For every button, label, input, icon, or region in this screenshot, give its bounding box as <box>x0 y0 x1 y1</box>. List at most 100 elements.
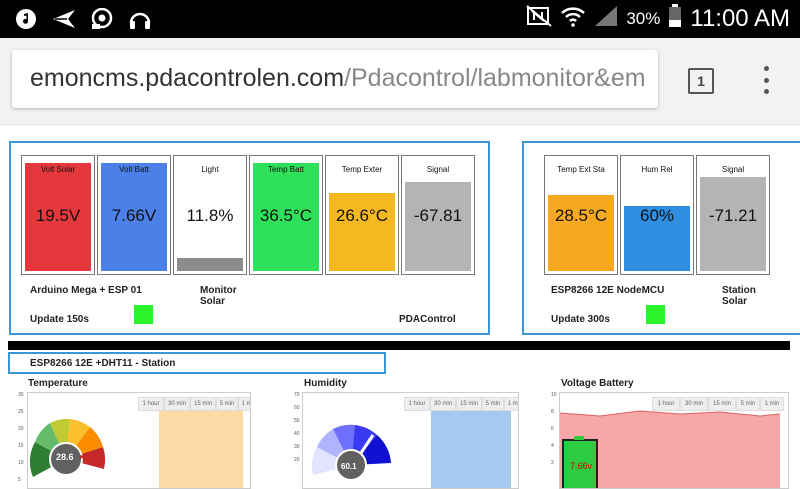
headphones-icon <box>128 8 152 30</box>
range-button-30-min[interactable]: 30 min <box>680 397 708 411</box>
gauge-volt-batt: Volt Batt 7.66V <box>97 155 171 275</box>
range-button-1-min[interactable]: 1 min <box>238 397 250 411</box>
y-tick-label: 2 <box>551 460 554 466</box>
gauge-label: Signal <box>721 165 745 174</box>
gauge-label: Temp Batt <box>267 165 304 174</box>
range-button-30-min[interactable]: 30 min <box>430 397 456 411</box>
send-icon <box>52 8 76 30</box>
range-button-30-min[interactable]: 30 min <box>164 397 190 411</box>
y-tick-label: 25 <box>18 409 24 415</box>
status-led <box>134 305 153 324</box>
range-button-15-min[interactable]: 15 min <box>190 397 216 411</box>
url-field[interactable]: emoncms.pdacontrolen.com/Pdacontrol/labm… <box>12 50 658 108</box>
gauge-label: Light <box>201 165 219 174</box>
range-button-5-min[interactable]: 5 min <box>216 397 238 411</box>
humidity-dial <box>312 424 391 481</box>
gauge-value: -71.21 <box>708 206 758 225</box>
humidity-chart-title: Humidity <box>304 378 347 389</box>
range-button-15-min[interactable]: 15 min <box>708 397 736 411</box>
gauge-signal: Signal -67.81 <box>401 155 475 275</box>
monitor-label: Monitor Solar <box>200 285 237 307</box>
range-button-1-min[interactable]: 1 min <box>504 397 518 411</box>
monitor-line1: Monitor <box>200 285 237 296</box>
y-tick-label: 30 <box>18 392 24 398</box>
y-tick-label: 5 <box>18 477 21 483</box>
range-button-5-min[interactable]: 5 min <box>482 397 504 411</box>
gauge-value: 11.8% <box>186 206 234 225</box>
gauge-value: 26.6°C <box>335 206 389 225</box>
gauge-label: Volt Solar <box>40 165 76 174</box>
status-bar: 30% 11:00 AM <box>0 0 800 38</box>
y-tick-label: 20 <box>294 457 300 463</box>
y-tick-label: 4 <box>551 443 554 449</box>
overflow-menu-icon[interactable] <box>760 66 772 94</box>
gauge-label: Signal <box>426 165 450 174</box>
gauge-value: 36.5°C <box>259 206 313 225</box>
y-tick-label: 10 <box>18 460 24 466</box>
battery-value: 7.66v <box>570 461 593 471</box>
update-interval: Update 300s <box>551 314 610 325</box>
gauge-hum-rel: Hum Rel 60% <box>620 155 694 275</box>
cell-signal-icon <box>594 5 618 33</box>
url-host: emoncms.pdacontrolen.com <box>30 64 345 92</box>
battery-percent: 30% <box>626 9 661 28</box>
range-button-1-min[interactable]: 1 min <box>760 397 784 411</box>
temperature-dial <box>29 418 106 477</box>
clock: 11:00 AM <box>690 5 790 32</box>
update-interval: Update 150s <box>30 314 89 325</box>
range-button-1-hour[interactable]: 1 hour <box>404 397 430 411</box>
device-name: Arduino Mega + ESP 01 <box>30 285 142 296</box>
tab-switcher-button[interactable]: 1 <box>688 68 714 94</box>
nfc-icon <box>526 5 552 33</box>
status-right: 30% 11:00 AM <box>526 4 790 34</box>
y-tick-label: 10 <box>551 392 557 398</box>
y-tick-label: 15 <box>18 443 24 449</box>
station-line2: Solar <box>722 296 748 307</box>
humidity-dial-value: 60.1 <box>341 462 357 471</box>
gauge-value: 28.5°C <box>554 206 608 225</box>
url-text[interactable]: emoncms.pdacontrolen.com/Pdacontrol/labm… <box>30 64 646 93</box>
range-button-1-hour[interactable]: 1 hour <box>138 397 164 411</box>
solar-monitor-panel: Volt Solar 19.5V Volt Batt 7.66V Light 11.8% T… <box>9 141 490 335</box>
gauge-label: Hum Rel <box>641 165 673 174</box>
temperature-dial-value: 28.6 <box>56 452 74 462</box>
music-note-icon <box>14 8 38 30</box>
wifi-icon <box>560 5 586 33</box>
gauge-value: 60% <box>639 206 675 225</box>
range-button-5-min[interactable]: 5 min <box>736 397 760 411</box>
section-header: ESP8266 12E +DHT11 - Station <box>8 352 386 374</box>
y-tick-label: 50 <box>294 418 300 424</box>
gauge-temp-batt: Temp Batt 36.5°C <box>249 155 323 275</box>
gauge-volt-solar: Volt Solar 19.5V <box>21 155 95 275</box>
podcast-icon <box>90 8 114 30</box>
gauge-light: Light 11.8% <box>173 155 247 275</box>
status-left-icons <box>14 8 152 30</box>
voltage-chart-title: Voltage Battery <box>561 378 634 389</box>
range-button-15-min[interactable]: 15 min <box>456 397 482 411</box>
range-button-1-hour[interactable]: 1 hour <box>652 397 680 411</box>
gauge-label: Volt Batt <box>119 165 149 174</box>
browser-toolbar: emoncms.pdacontrolen.com/Pdacontrol/labm… <box>0 38 800 125</box>
gauge-value: 7.66V <box>111 206 157 225</box>
y-tick-label: 20 <box>18 426 24 432</box>
station-label: Station Solar <box>722 285 756 307</box>
battery-icon: 7.66v <box>562 436 598 488</box>
device-name: ESP8266 12E NodeMCU <box>551 285 665 296</box>
y-tick-label: 30 <box>294 444 300 450</box>
y-tick-label: 70 <box>294 392 300 398</box>
divider-bar <box>8 341 790 350</box>
voltage-chart: 1 hour 30 min 15 min 5 min 1 min 7.66v <box>559 392 789 489</box>
y-tick-label: 60 <box>294 405 300 411</box>
gauge-value: 19.5V <box>35 206 81 225</box>
gauge-fill <box>329 193 395 271</box>
humidity-chart: 1 hour30 min15 min5 min1 min 60.1 <box>302 392 519 489</box>
station-panel: Temp Ext Sta 28.5°C Hum Rel 60% Signal -71.21… <box>522 141 800 335</box>
gauge-label: Temp Exter <box>341 165 383 174</box>
gauge-fill <box>177 258 243 271</box>
gauge-label: Temp Ext Sta <box>557 165 605 174</box>
y-tick-label: 6 <box>551 426 554 432</box>
station-line1: Station <box>722 285 756 296</box>
battery-icon <box>668 4 682 34</box>
y-tick-label: 8 <box>551 409 554 415</box>
gauge-value: -67.81 <box>413 206 463 225</box>
